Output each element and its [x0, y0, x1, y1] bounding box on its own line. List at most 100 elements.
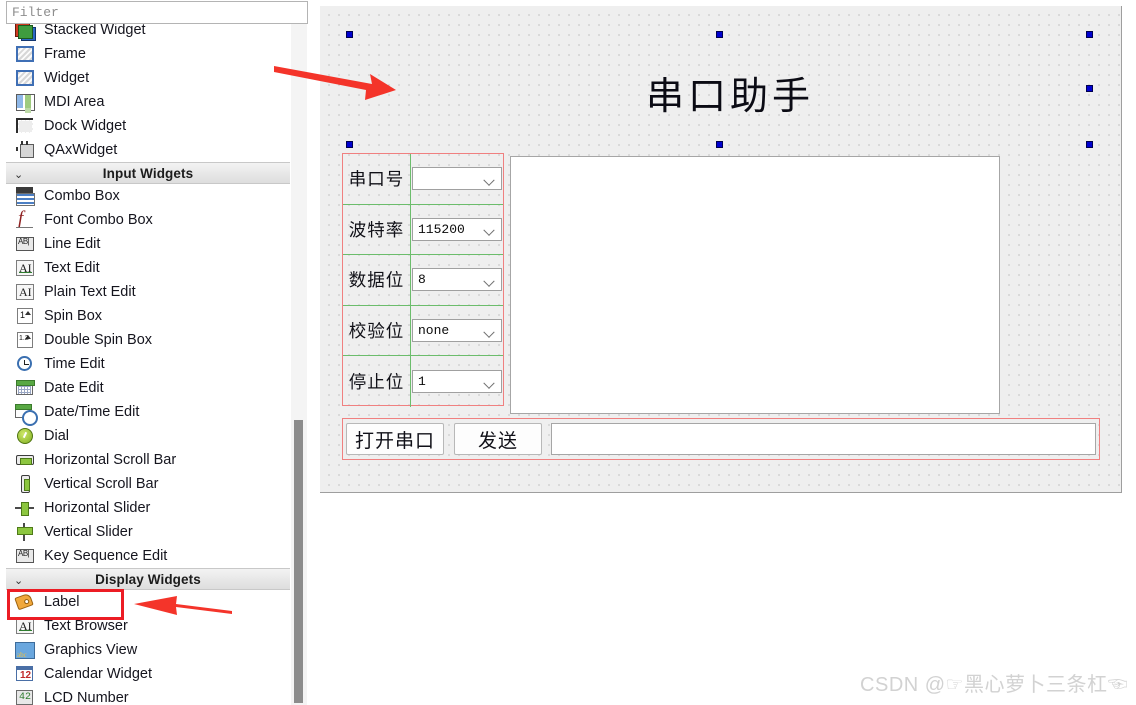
line-edit-icon [14, 235, 36, 253]
dock-widget-icon [14, 117, 36, 135]
widget-item-label: MDI Area [44, 94, 105, 110]
widget-item-horizontal-scroll-bar[interactable]: Horizontal Scroll Bar [6, 448, 290, 472]
widget-item-vertical-scroll-bar[interactable]: Vertical Scroll Bar [6, 472, 290, 496]
widget-item-text-browser[interactable]: Text Browser [6, 614, 290, 638]
date-edit-icon [14, 379, 36, 397]
settings-combo-value: 1 [418, 374, 426, 390]
filter-field-wrapper[interactable] [6, 1, 308, 24]
widget-item-font-combo-box[interactable]: Font Combo Box [6, 208, 290, 232]
settings-field-cell: 8 [411, 255, 503, 305]
widget-category-display-widgets[interactable]: ⌄ Display Widgets [6, 568, 290, 590]
settings-label: 校验位 [343, 305, 411, 356]
widget-item-label: Label [44, 594, 80, 610]
widget-item-date-edit[interactable]: Date Edit [6, 376, 290, 400]
widget-item-graphics-view[interactable]: Graphics View [6, 638, 290, 662]
plain-text-edit-icon [14, 283, 36, 301]
settings-row: 数据位 8 [343, 255, 503, 306]
widget-icon [14, 69, 36, 87]
selection-handle-middle-left[interactable] [346, 141, 353, 148]
frame-icon [14, 45, 36, 63]
settings-combo-box[interactable]: 8 [412, 268, 502, 292]
widget-item-label: Frame [44, 46, 86, 62]
widget-list-scrollbar-thumb[interactable] [294, 420, 303, 703]
time-edit-icon [14, 355, 36, 373]
widget-category-label: Input Widgets [102, 165, 194, 181]
serial-settings-grid[interactable]: 串口号 波特率 115200 数据位 8 校验位 none 停止位 1 [342, 153, 504, 407]
selection-handle-top-right[interactable] [1086, 31, 1093, 38]
send-button[interactable]: 发送 [454, 423, 542, 455]
widget-box-panel: Stacked Widget Frame Widget MDI Area Dock Wi… [0, 0, 309, 705]
form-canvas[interactable]: 串口助手 串口号 波特率 115200 数据位 8 校验位 none 停止位 1 打开串口 发送 [320, 6, 1122, 493]
widget-item-widget[interactable]: Widget [6, 66, 290, 90]
chevron-down-icon: ⌄ [14, 574, 24, 587]
selection-handle-top-left[interactable] [346, 31, 353, 38]
form-editor-area: 串口助手 串口号 波特率 115200 数据位 8 校验位 none 停止位 1 打开串口 发送 [320, 0, 1136, 705]
widget-item-label: Date/Time Edit [44, 404, 140, 420]
selection-handle-middle-right[interactable] [1086, 85, 1093, 92]
settings-combo-box[interactable]: none [412, 319, 502, 343]
horizontal-scroll-bar-icon [14, 451, 36, 469]
widget-category-input-widgets[interactable]: ⌄ Input Widgets [6, 162, 290, 184]
horizontal-slider-icon [14, 499, 36, 517]
settings-row: 波特率 115200 [343, 204, 503, 256]
widget-item-label: Combo Box [44, 188, 120, 204]
widget-item-double-spin-box[interactable]: Double Spin Box [6, 328, 290, 352]
settings-combo-box[interactable]: 115200 [412, 217, 502, 241]
widget-item-label[interactable]: Label [6, 590, 290, 614]
widget-item-label: Time Edit [44, 356, 105, 372]
selection-handle-top-center[interactable] [716, 31, 723, 38]
widget-item-dock-widget[interactable]: Dock Widget [6, 114, 290, 138]
text-browser-icon [14, 617, 36, 635]
widget-item-label: Stacked Widget [44, 24, 146, 38]
bottom-control-row: 打开串口 发送 [342, 418, 1100, 460]
selection-handle-bottom-right[interactable] [1086, 141, 1093, 148]
widget-item-spin-box[interactable]: Spin Box [6, 304, 290, 328]
widget-item-horizontal-slider[interactable]: Horizontal Slider [6, 496, 290, 520]
settings-combo-box[interactable]: 1 [412, 370, 502, 394]
widget-item-mdi-area[interactable]: MDI Area [6, 90, 290, 114]
widget-item-plain-text-edit[interactable]: Plain Text Edit [6, 280, 290, 304]
mdi-area-icon [14, 93, 36, 111]
widget-item-combo-box[interactable]: Combo Box [6, 184, 290, 208]
settings-row: 串口号 [343, 154, 503, 205]
receive-text-area[interactable] [510, 156, 1000, 414]
widget-item-label: Graphics View [44, 642, 138, 658]
settings-field-cell: 115200 [411, 205, 503, 255]
widget-item-lcd-number[interactable]: LCD Number [6, 686, 290, 705]
widget-item-time-edit[interactable]: Time Edit [6, 352, 290, 376]
key-sequence-edit-icon [14, 547, 36, 565]
double-spin-box-icon [14, 331, 36, 349]
widget-item-frame[interactable]: Frame [6, 42, 290, 66]
widget-item-label: Key Sequence Edit [44, 548, 168, 564]
send-text-input[interactable] [551, 423, 1096, 455]
widget-item-text-edit[interactable]: Text Edit [6, 256, 290, 280]
open-serial-port-button[interactable]: 打开串口 [346, 423, 444, 455]
widget-item-calendar-widget[interactable]: Calendar Widget [6, 662, 290, 686]
label-icon [14, 592, 36, 611]
widget-item-key-sequence-edit[interactable]: Key Sequence Edit [6, 544, 290, 568]
watermark-text: CSDN @☞黑心萝卜三条杠☜ [860, 674, 1128, 696]
settings-field-cell [411, 154, 503, 204]
widget-item-label: Double Spin Box [44, 332, 153, 348]
widget-item-label: Text Edit [44, 260, 100, 276]
widget-item-qaxwidget[interactable]: QAxWidget [6, 138, 290, 162]
widget-item-stacked-widget[interactable]: Stacked Widget [6, 24, 290, 42]
spin-box-icon [14, 307, 36, 325]
lcd-number-icon [14, 689, 36, 705]
vertical-scroll-bar-icon [14, 475, 36, 493]
widget-item-label: LCD Number [44, 690, 129, 705]
widget-item-label: Text Browser [44, 618, 128, 634]
chevron-down-icon [485, 328, 494, 333]
form-title-label[interactable]: 串口助手 [610, 64, 850, 120]
graphics-view-icon [14, 641, 36, 659]
selection-handle-bottom-center[interactable] [716, 141, 723, 148]
widget-item-vertical-slider[interactable]: Vertical Slider [6, 520, 290, 544]
filter-input[interactable] [7, 2, 307, 23]
application-window: Stacked Widget Frame Widget MDI Area Dock Wi… [0, 0, 1136, 705]
settings-combo-box[interactable] [412, 167, 502, 191]
widget-item-dial[interactable]: Dial [6, 424, 290, 448]
settings-field-cell: none [411, 306, 503, 356]
widget-item-line-edit[interactable]: Line Edit [6, 232, 290, 256]
widget-item-date-time-edit[interactable]: Date/Time Edit [6, 400, 290, 426]
widget-item-label: Line Edit [44, 236, 101, 252]
